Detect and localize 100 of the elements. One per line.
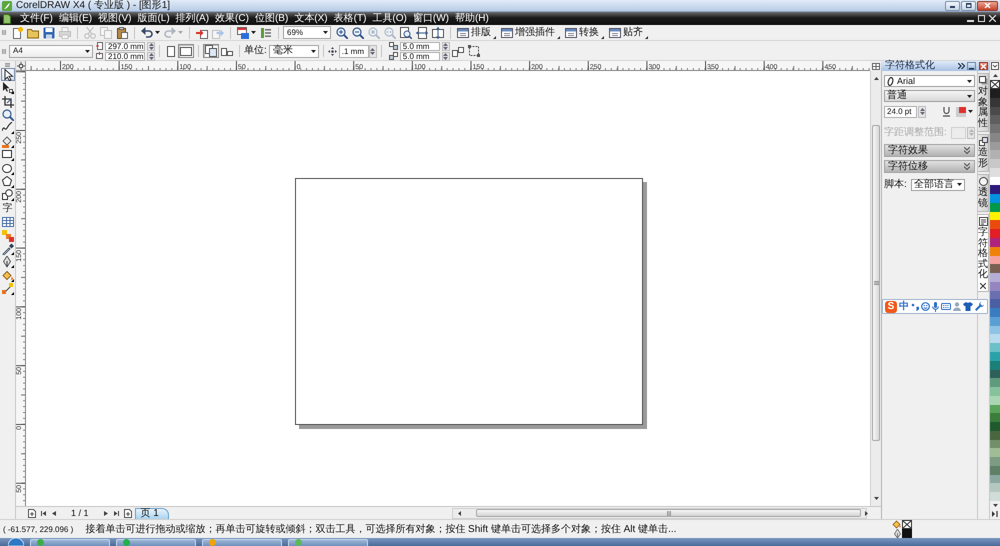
command-button[interactable]: 转换 [563, 26, 607, 40]
ruler-origin-button[interactable] [16, 61, 26, 71]
zoom-out-button[interactable] [350, 26, 366, 40]
menu-item[interactable]: 文本(X) [291, 12, 331, 24]
toolbar-button[interactable] [450, 44, 466, 58]
color-swatch[interactable] [990, 273, 1000, 282]
font-color-button[interactable] [954, 104, 975, 118]
menu-item[interactable]: 版面(L) [134, 12, 173, 24]
scrollbar-thumb[interactable] [476, 509, 861, 517]
fill-tool-button[interactable] [0, 269, 14, 282]
color-swatch[interactable] [990, 124, 1000, 133]
palette-options-button[interactable] [990, 61, 1000, 71]
zoom-width-button[interactable] [414, 26, 430, 40]
color-swatch[interactable] [990, 448, 1000, 458]
save-button[interactable] [41, 26, 57, 40]
color-swatch[interactable] [990, 185, 1000, 194]
units-dropdown[interactable]: 毫米 [268, 44, 319, 58]
color-swatch[interactable] [990, 150, 1000, 160]
smiley-icon[interactable] [921, 302, 930, 311]
color-swatch[interactable] [990, 387, 1000, 396]
eyedropper-tool-button[interactable] [0, 242, 14, 256]
nudge-field[interactable]: .1 mm [338, 44, 369, 58]
font-dropdown[interactable]: Arial [884, 75, 975, 87]
start-orb-icon[interactable] [8, 538, 24, 546]
scrollbar-thumb[interactable] [872, 125, 880, 441]
minimize-button[interactable] [945, 0, 960, 10]
polygon-tool-button[interactable] [0, 176, 14, 189]
add-page-button[interactable] [124, 508, 132, 518]
color-swatch[interactable] [990, 194, 1000, 203]
zoom-level-dropdown[interactable]: 69% [283, 26, 331, 39]
zoom-height-button[interactable] [430, 26, 446, 40]
section-header[interactable]: 字符位移 [884, 160, 975, 173]
close-icon[interactable] [989, 15, 996, 22]
freehand-tool-button[interactable] [0, 122, 14, 135]
wrench-icon[interactable] [975, 302, 984, 311]
color-swatch[interactable] [990, 308, 1000, 317]
menu-item[interactable]: 效果(C) [212, 12, 252, 24]
color-swatch[interactable] [990, 422, 1000, 431]
blend-tool-button[interactable] [0, 229, 14, 242]
menu-item[interactable]: 位图(B) [252, 12, 292, 24]
minimize-button[interactable] [967, 62, 976, 70]
duplicate-y-field[interactable]: 5.0 mm [400, 52, 440, 60]
rectangle-tool-button[interactable] [0, 148, 14, 162]
color-swatch[interactable] [990, 378, 1000, 388]
script-dropdown[interactable]: 全部语言 [910, 178, 965, 190]
paper-size-dropdown[interactable]: A4 [9, 44, 93, 58]
color-swatch[interactable] [990, 159, 1000, 168]
color-swatch[interactable] [990, 343, 1000, 352]
basic-shapes-tool-button[interactable] [0, 188, 14, 202]
expand-palette-button[interactable] [990, 509, 1000, 519]
collapse-button[interactable] [957, 62, 965, 70]
command-button[interactable]: 增强插件 [499, 26, 563, 40]
table-tool-button[interactable] [0, 216, 14, 229]
docker-tab[interactable]: 造形 [978, 134, 989, 172]
microphone-icon[interactable] [932, 302, 939, 312]
ellipse-tool-button[interactable] [0, 162, 14, 176]
color-swatch[interactable] [990, 264, 1000, 274]
scroll-down-button[interactable] [990, 501, 1000, 509]
spinner-button[interactable] [147, 42, 155, 50]
menu-item[interactable]: 窗口(W) [410, 12, 452, 24]
menu-item[interactable]: 表格(T) [330, 12, 370, 24]
page-width-field[interactable]: 297.0 mm [105, 42, 145, 50]
color-swatch[interactable] [990, 483, 1000, 492]
section-header[interactable]: 字符效果 [884, 144, 975, 157]
color-swatch[interactable] [990, 457, 1000, 466]
menu-item[interactable]: 编辑(E) [56, 12, 96, 24]
interactive-fill-tool-button[interactable] [0, 282, 14, 296]
command-button[interactable]: 贴齐 [607, 26, 651, 40]
docker-tab[interactable]: 透镜 [978, 174, 989, 212]
color-swatch[interactable] [990, 115, 1000, 124]
toolbar-button[interactable] [466, 44, 482, 58]
smart-fill-tool-button[interactable] [0, 135, 14, 148]
color-swatch[interactable] [990, 413, 1000, 422]
color-swatch[interactable] [990, 299, 1000, 308]
restore-button[interactable] [961, 0, 976, 10]
welcome-button[interactable] [258, 26, 274, 40]
shape-tool-button[interactable] [0, 82, 14, 95]
color-swatch[interactable] [990, 238, 1000, 247]
spinner-button[interactable] [442, 42, 450, 50]
no-color-button[interactable] [990, 79, 1000, 89]
zoom-tool-button[interactable] [0, 108, 14, 122]
portrait-button[interactable] [164, 44, 178, 58]
add-page-button[interactable] [28, 508, 36, 518]
menu-item[interactable]: 文件(F) [17, 12, 56, 24]
application-launcher-button[interactable] [235, 26, 258, 40]
spinner-button[interactable] [918, 106, 926, 118]
grid-icon[interactable] [872, 62, 880, 70]
landscape-button[interactable] [178, 44, 194, 58]
paste-button[interactable] [114, 26, 130, 40]
menu-item[interactable]: 视图(V) [95, 12, 134, 24]
color-swatch[interactable] [990, 229, 1000, 238]
keyboard-icon[interactable] [941, 303, 951, 310]
spinner-button[interactable] [442, 52, 450, 60]
command-button[interactable]: 排版 [455, 26, 499, 40]
scroll-down-button[interactable] [872, 494, 880, 502]
duplicate-x-field[interactable]: 5.0 mm [400, 42, 440, 50]
color-swatch[interactable] [990, 220, 1000, 230]
spinner-button[interactable] [147, 52, 155, 60]
input-mode-toggle[interactable]: 中 [899, 301, 909, 312]
docker-tab[interactable]: 对象属性 [978, 73, 989, 132]
